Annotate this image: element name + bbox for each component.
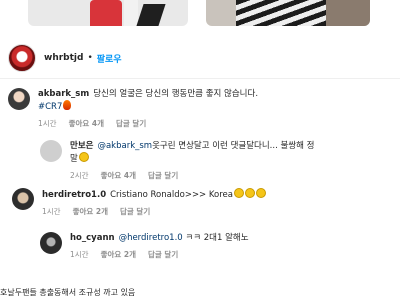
reply-button[interactable]: 답글 달기 [120, 206, 150, 217]
comment-time: 1시간 [38, 119, 57, 128]
comment-content: Cristiano Ronaldo>>> Korea [110, 190, 233, 200]
dark-figure-shape [136, 4, 166, 26]
comment-content: 당신의 얼굴은 당신의 행동만큼 좋지 않습니다. [93, 89, 259, 99]
comment-username[interactable]: akbark_sm [38, 89, 89, 99]
author-username[interactable]: whrbtjd [44, 53, 83, 63]
striped-shirt-shape [236, 0, 328, 26]
post-caption: 호날두팬들 총출동해서 조규성 까고 있음 [0, 288, 136, 297]
grinning-face-icon [255, 188, 266, 198]
comment-meta: 1시간 좋아요 2개 답글 달기 [70, 249, 249, 260]
comment-text: ho_cyann @herdiretro1.0 ㅋㅋ 2대1 알해노 [70, 232, 249, 244]
comment-username[interactable]: 만보은 [70, 141, 93, 151]
comment-meta: 1시간 좋아요 4개 답글 달기 [38, 118, 258, 129]
comment-time: 1시간 [42, 207, 61, 216]
post-author-row: whrbtjd • 팔로우 [8, 44, 122, 72]
red-jersey-figure [90, 0, 122, 26]
mention-link[interactable]: @herdiretro1.0 [119, 233, 183, 243]
divider [0, 78, 400, 79]
post-photos [0, 0, 400, 30]
commenter-avatar[interactable] [12, 188, 34, 210]
comment-content: ㅋㅋ 2대1 알해노 [185, 233, 249, 243]
comment-meta: 2시간 좋아요 4개 답글 달기 [70, 170, 320, 181]
comment-text: 만보은 @akbark_sm옷구린 면상달고 이런 댓글달다니... 불쌍해 정말 [70, 140, 320, 165]
comment-text: herdiretro1.0 Cristiano Ronaldo>>> Korea [42, 188, 266, 201]
grinning-face-icon [233, 188, 244, 198]
grinning-face-icon [78, 152, 89, 162]
author-avatar[interactable] [8, 44, 36, 72]
grinning-face-icon [244, 188, 255, 198]
comment-time: 2시간 [70, 171, 89, 180]
comment-likes[interactable]: 좋아요 4개 [69, 118, 104, 129]
separator-dot: • [87, 53, 93, 63]
comment-meta: 1시간 좋아요 2개 답글 달기 [42, 206, 266, 217]
comment-time: 1시간 [70, 250, 89, 259]
mention-link[interactable]: @akbark_sm [97, 141, 152, 151]
follow-button[interactable]: 팔로우 [97, 52, 122, 65]
commenter-avatar[interactable] [40, 140, 62, 162]
reply-button[interactable]: 답글 달기 [116, 118, 146, 129]
reply-button[interactable]: 답글 달기 [148, 249, 178, 260]
commenter-avatar[interactable] [40, 232, 62, 254]
hashtag-link[interactable]: #CR7 [38, 102, 62, 112]
reply-button[interactable]: 답글 달기 [148, 170, 178, 181]
comment: akbark_sm 당신의 얼굴은 당신의 행동만큼 좋지 않습니다. #CR7 … [8, 88, 258, 129]
background-shape [326, 0, 370, 26]
comment-reply: 만보은 @akbark_sm옷구린 면상달고 이런 댓글달다니... 불쌍해 정말… [40, 140, 320, 181]
commenter-avatar[interactable] [8, 88, 30, 110]
comment-username[interactable]: herdiretro1.0 [42, 190, 106, 200]
comment: herdiretro1.0 Cristiano Ronaldo>>> Korea … [12, 188, 266, 217]
comment-reply: ho_cyann @herdiretro1.0 ㅋㅋ 2대1 알해노 1시간 좋아… [40, 232, 249, 260]
comment-likes[interactable]: 좋아요 4개 [101, 170, 136, 181]
fire-icon [63, 100, 72, 110]
comment-username[interactable]: ho_cyann [70, 233, 115, 243]
comment-text: akbark_sm 당신의 얼굴은 당신의 행동만큼 좋지 않습니다. #CR7 [38, 88, 258, 113]
comment-likes[interactable]: 좋아요 2개 [73, 206, 108, 217]
comment-likes[interactable]: 좋아요 2개 [101, 249, 136, 260]
photo-left[interactable] [28, 0, 188, 26]
photo-right[interactable] [206, 0, 370, 26]
white-sleeve-shape [124, 0, 138, 26]
